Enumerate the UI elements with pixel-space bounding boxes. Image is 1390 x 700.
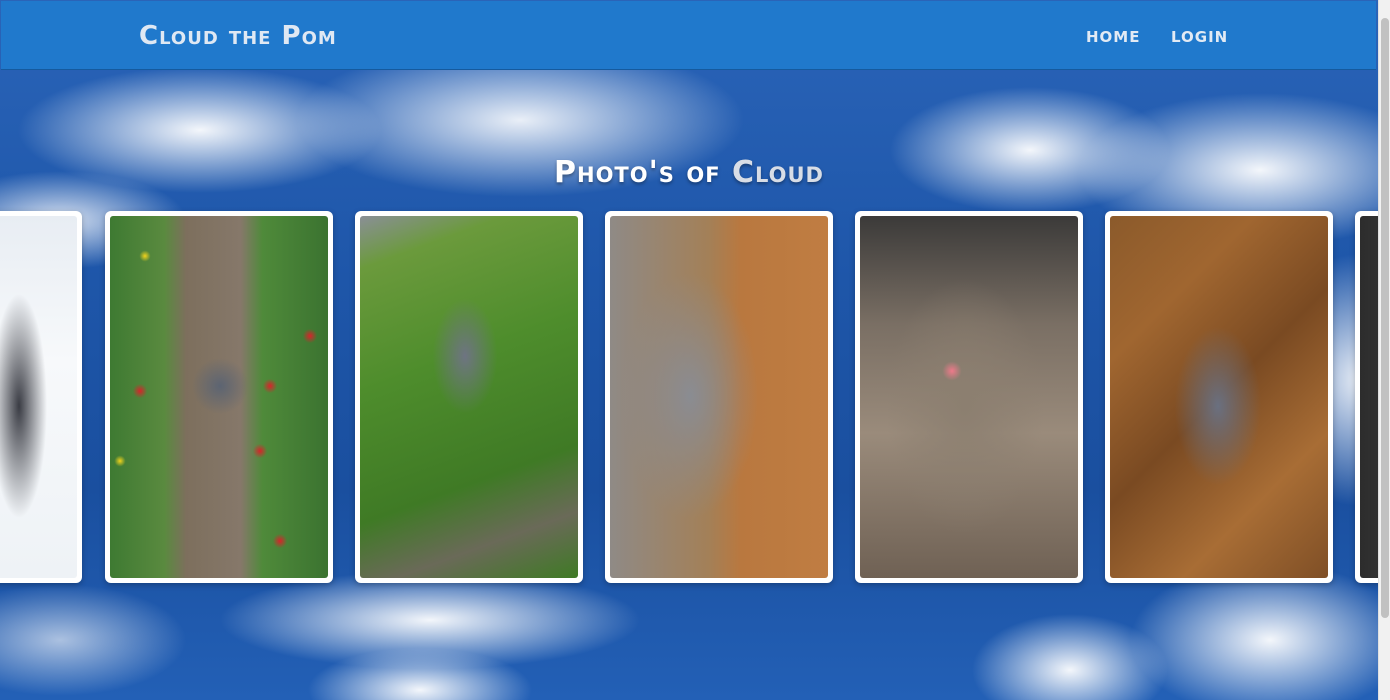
photo-card-tulips[interactable] — [105, 211, 333, 583]
dog-photo — [0, 216, 77, 578]
dog-photo — [110, 216, 328, 578]
page-title-text: Photo's of — [554, 155, 732, 191]
photo-carousel[interactable] — [0, 205, 1378, 595]
dog-photo — [610, 216, 828, 578]
page-scrollbar[interactable] — [1378, 0, 1390, 700]
dog-photo — [1110, 216, 1328, 578]
photo-card-snow[interactable] — [0, 211, 82, 583]
dog-photo — [1360, 216, 1378, 578]
nav-link-home[interactable]: HOME — [1086, 28, 1140, 46]
page-title-accent: Cloud — [732, 155, 824, 191]
photo-card-face[interactable] — [855, 211, 1083, 583]
photo-card-grass[interactable] — [355, 211, 583, 583]
dog-photo — [360, 216, 578, 578]
dog-photo — [860, 216, 1078, 578]
photo-card-partial[interactable] — [1355, 211, 1378, 583]
brand-logo[interactable]: Cloud the Pom — [139, 21, 337, 51]
photo-card-leaves[interactable] — [1105, 211, 1333, 583]
photo-card-lying[interactable] — [605, 211, 833, 583]
nav-link-login[interactable]: LOGIN — [1171, 28, 1228, 46]
scrollbar-thumb[interactable] — [1381, 18, 1389, 618]
page-title: Photo's of Cloud — [0, 155, 1378, 190]
navbar: Cloud the Pom HOME LOGIN — [1, 1, 1376, 70]
